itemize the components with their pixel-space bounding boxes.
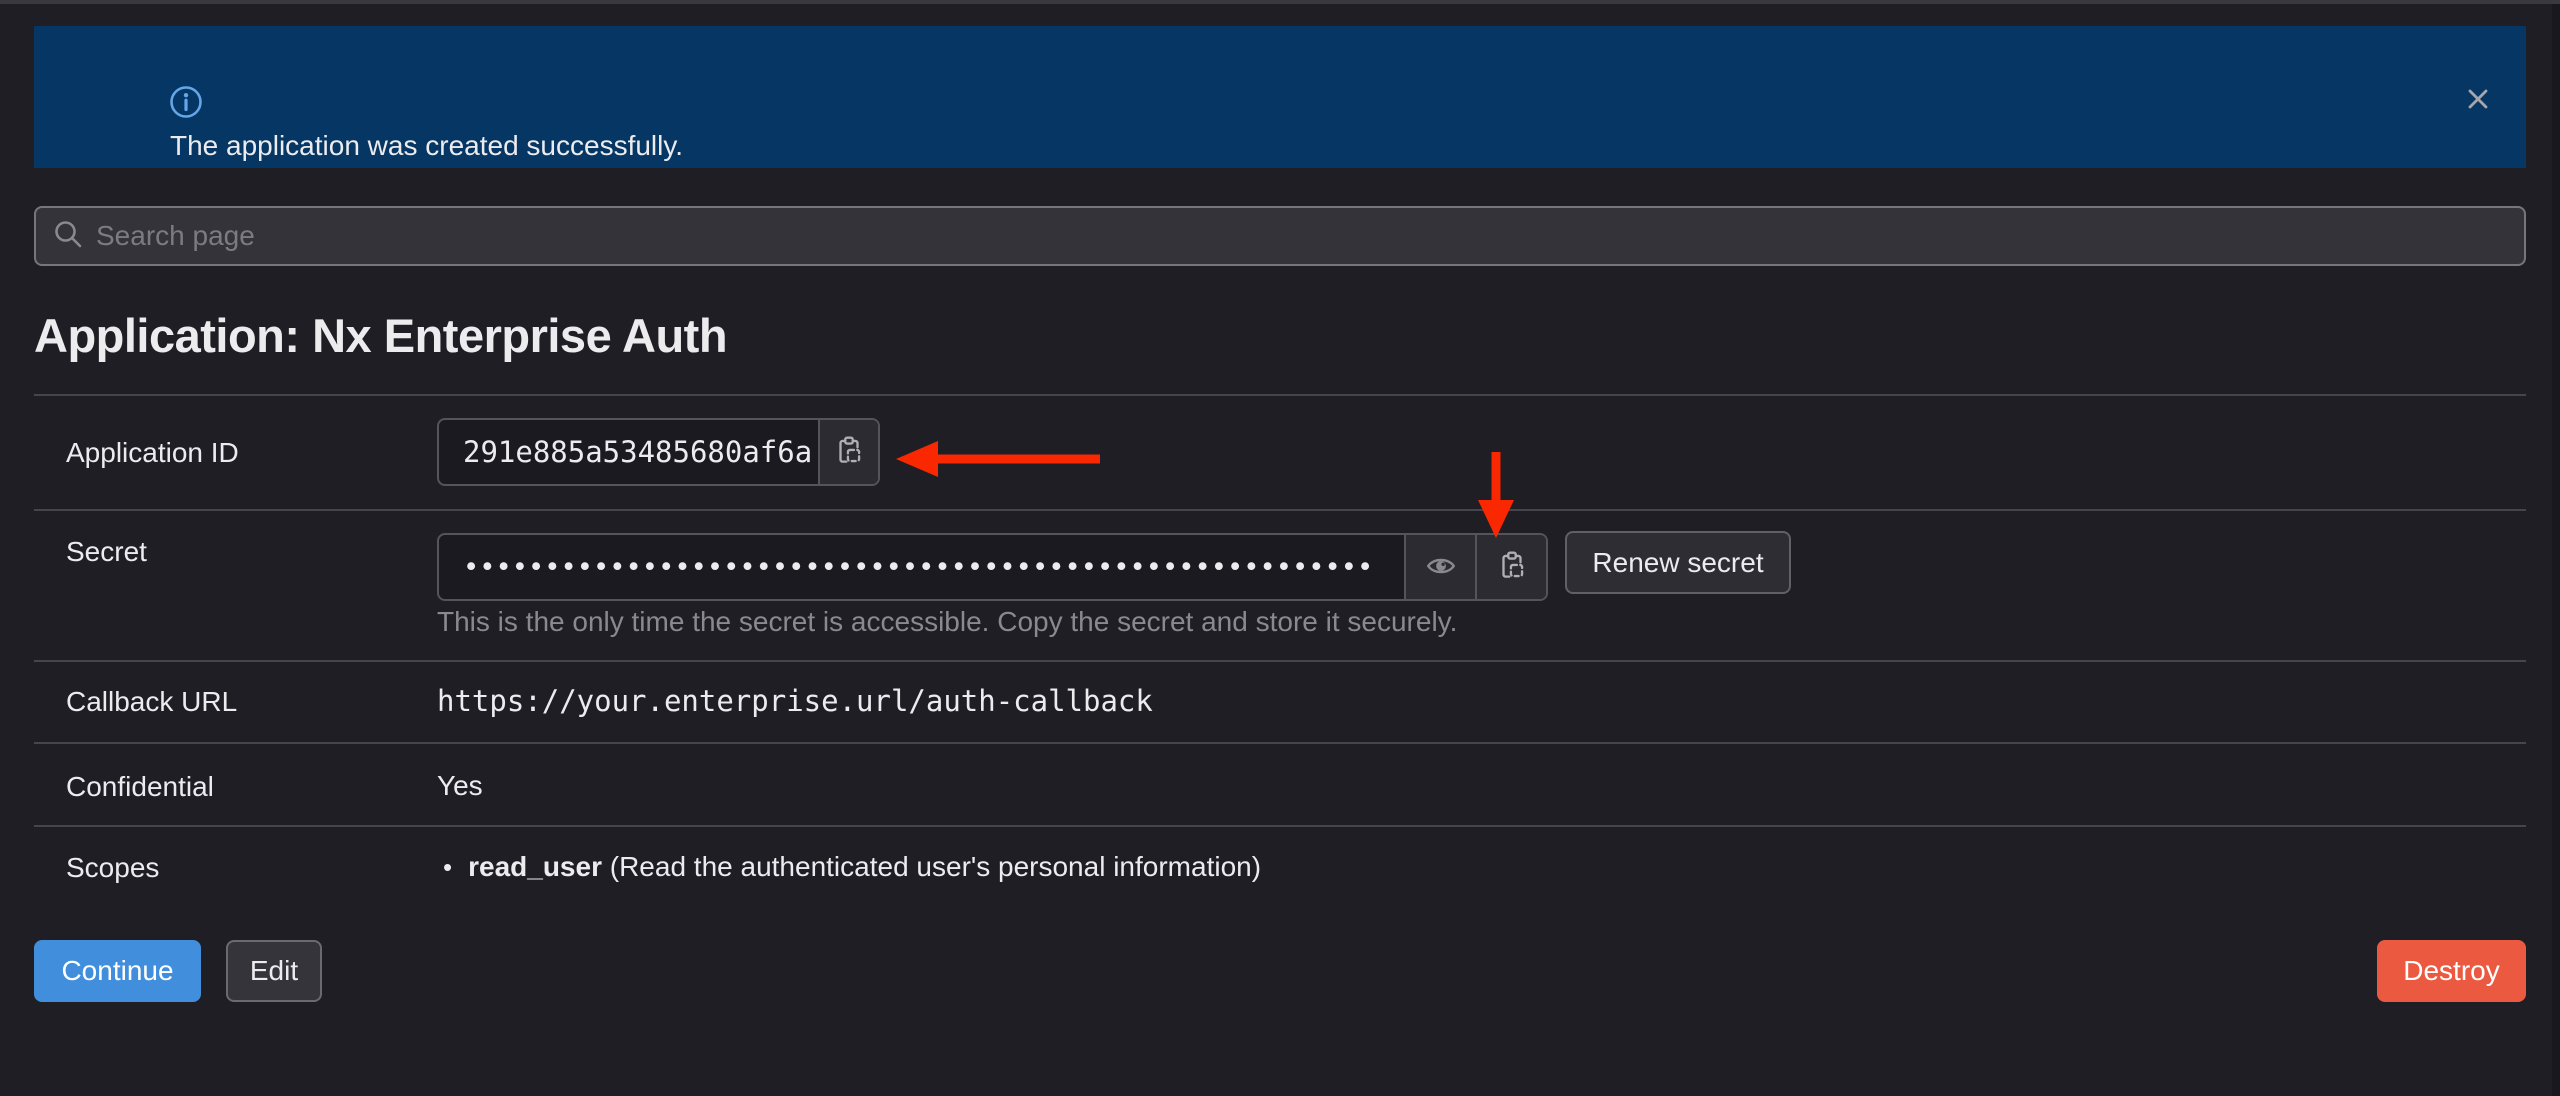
- info-icon: [168, 84, 204, 120]
- copy-secret-button[interactable]: [1475, 535, 1546, 599]
- row-divider: [34, 509, 2526, 511]
- secret-field[interactable]: [439, 535, 1404, 599]
- row-divider: [34, 660, 2526, 662]
- copy-application-id-button[interactable]: [818, 420, 878, 484]
- scope-bullet: •: [443, 852, 452, 883]
- field-label-application-id: Application ID: [66, 437, 239, 469]
- annotation-arrow-down: [1474, 446, 1518, 542]
- secret-helper-text: This is the only time the secret is acce…: [437, 606, 1457, 638]
- scope-description: (Read the authenticated user's personal …: [610, 851, 1261, 882]
- banner-message: The application was created successfully…: [170, 130, 683, 162]
- scope-name: read_user: [468, 851, 602, 882]
- copy-icon: [832, 434, 866, 471]
- application-id-field[interactable]: [439, 420, 818, 484]
- search-input[interactable]: [96, 220, 2508, 252]
- page-title: Application: Nx Enterprise Auth: [34, 308, 727, 363]
- field-label-confidential: Confidential: [66, 771, 214, 803]
- scope-list-item: • read_user (Read the authenticated user'…: [443, 851, 1261, 883]
- window-right-edge: [2552, 4, 2560, 1096]
- row-divider: [34, 394, 2526, 396]
- annotation-arrow-left: [888, 437, 1108, 481]
- page-search-bar: [34, 206, 2526, 266]
- callback-url-value: https://your.enterprise.url/auth-callbac…: [437, 684, 1153, 718]
- reveal-secret-button[interactable]: [1404, 535, 1475, 599]
- eye-icon: [1424, 549, 1458, 586]
- copy-icon: [1495, 549, 1529, 586]
- field-label-scopes: Scopes: [66, 852, 159, 884]
- row-divider: [34, 825, 2526, 827]
- field-label-callback-url: Callback URL: [66, 686, 237, 718]
- field-label-secret: Secret: [66, 536, 147, 568]
- search-icon: [52, 218, 84, 255]
- application-id-group: [437, 418, 880, 486]
- renew-secret-button[interactable]: Renew secret: [1565, 531, 1791, 594]
- continue-button[interactable]: Continue: [34, 940, 201, 1002]
- close-icon: [2461, 104, 2495, 119]
- row-divider: [34, 742, 2526, 744]
- edit-button[interactable]: Edit: [226, 940, 322, 1002]
- flash-notice-banner: The application was created successfully…: [34, 26, 2526, 168]
- window-top-edge: [0, 0, 2560, 4]
- banner-close-button[interactable]: [2456, 78, 2500, 122]
- confidential-value: Yes: [437, 770, 483, 802]
- destroy-button[interactable]: Destroy: [2377, 940, 2526, 1002]
- secret-group: [437, 533, 1548, 601]
